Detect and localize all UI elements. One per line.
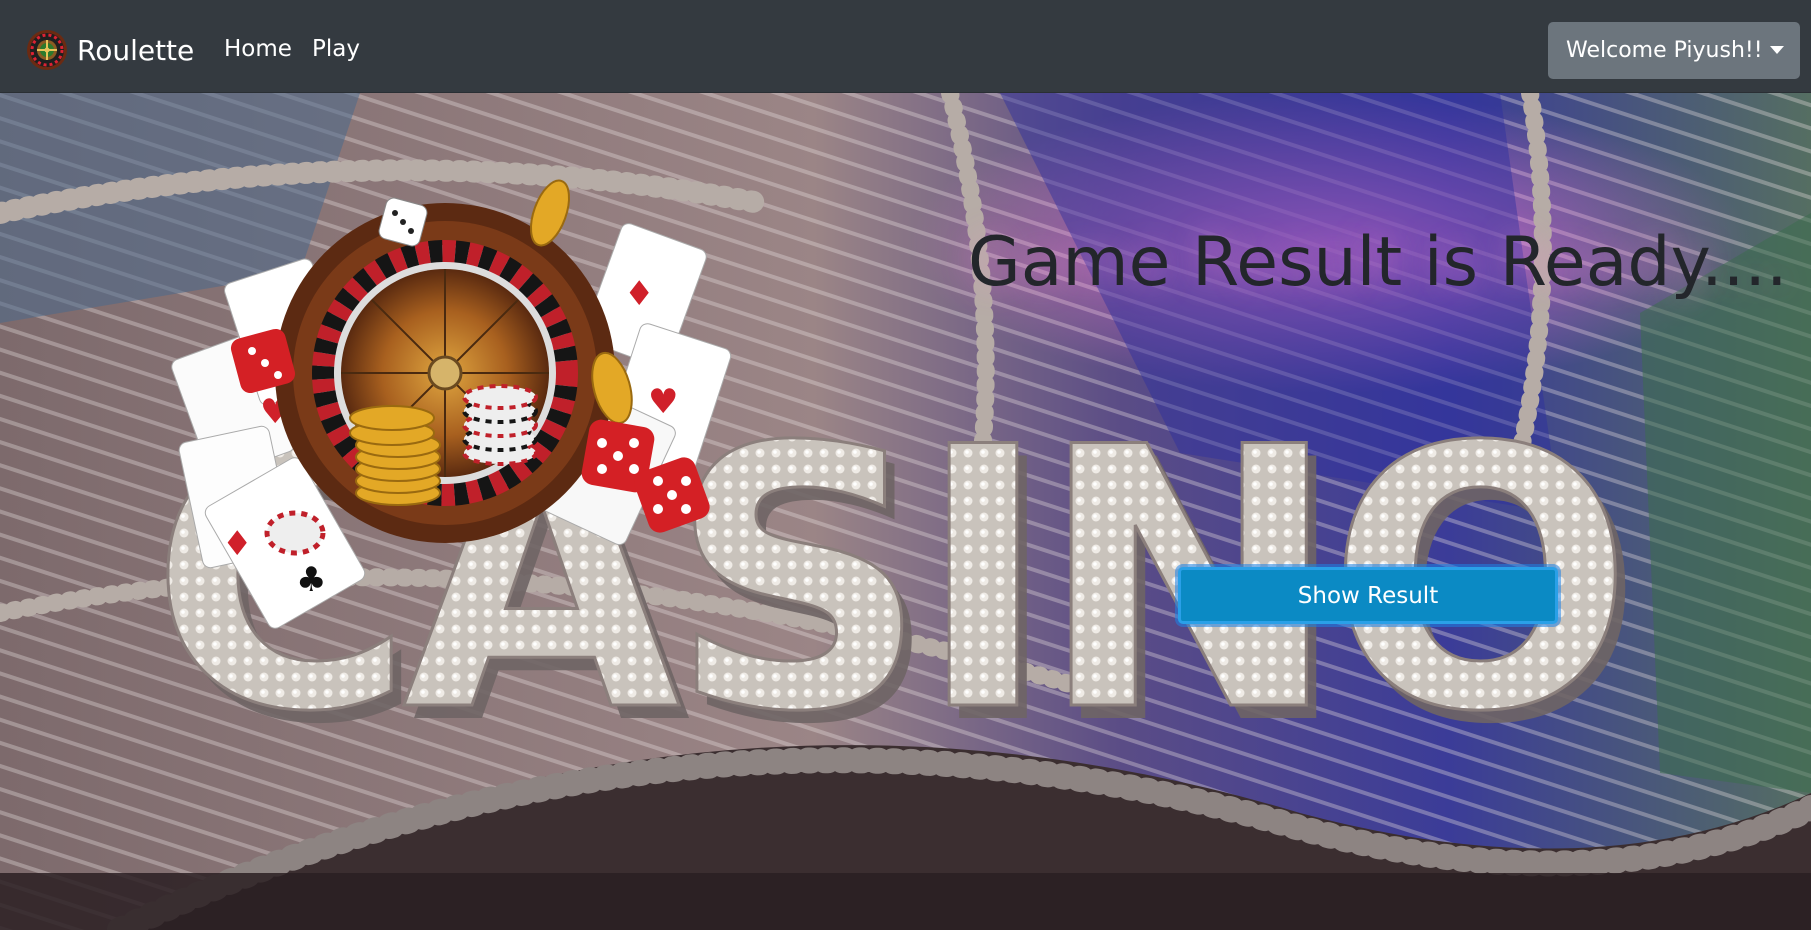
dropdown-caret-icon <box>1770 46 1784 54</box>
svg-text:♦: ♦ <box>624 274 654 314</box>
show-result-button[interactable]: Show Result <box>1178 567 1558 624</box>
nav-play-link[interactable]: Play <box>312 36 360 62</box>
brand-name: Roulette <box>77 33 195 67</box>
user-menu-label: Welcome Piyush!! <box>1566 38 1763 63</box>
hero-section: CASINO CASINO ♣ ♥ ♦ ♣ ♦ ♥ ♣ <box>0 93 1811 930</box>
user-menu-dropdown[interactable]: Welcome Piyush!! <box>1548 22 1800 79</box>
nav-home-link[interactable]: Home <box>224 36 292 62</box>
top-navbar: Roulette Home Play Welcome Piyush!! <box>0 0 1811 93</box>
svg-text:♥: ♥ <box>648 382 678 422</box>
svg-text:♦: ♦ <box>222 524 252 564</box>
brand-link[interactable]: Roulette <box>26 28 194 72</box>
casino-background-image: CASINO CASINO ♣ ♥ ♦ ♣ ♦ ♥ ♣ <box>0 93 1811 930</box>
svg-text:♣: ♣ <box>296 560 326 600</box>
result-ready-heading: Game Result is Ready.... <box>968 223 1788 302</box>
roulette-wheel-icon <box>27 30 67 70</box>
